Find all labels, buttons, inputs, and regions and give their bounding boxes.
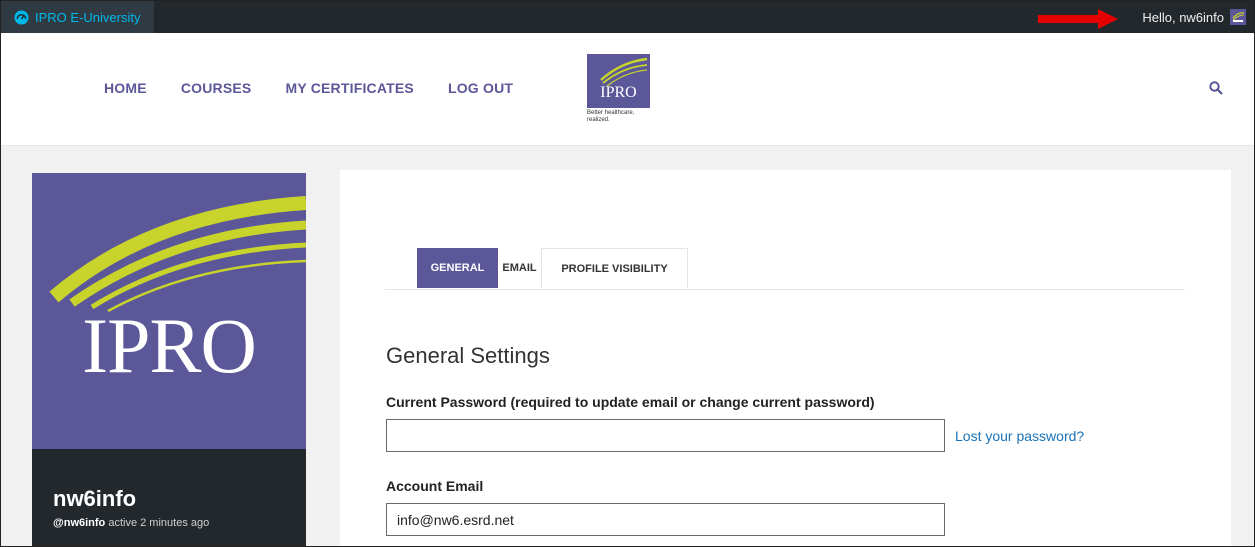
current-password-label: Current Password (required to update ema… (386, 394, 875, 410)
admin-bar: IPRO E-University Hello, nw6info (1, 1, 1254, 33)
account-greeting[interactable]: Hello, nw6info (1142, 1, 1246, 33)
profile-handle: @nw6info (53, 517, 106, 529)
tab-general[interactable]: GENERAL (417, 248, 498, 288)
tab-profile-visibility[interactable]: PROFILE VISIBILITY (541, 248, 688, 288)
logo-text: IPRO (600, 84, 637, 101)
lost-password-link[interactable]: Lost your password? (955, 428, 1084, 444)
profile-activity: active 2 minutes ago (108, 517, 210, 529)
main-nav: HOME COURSES MY CERTIFICATES LOG OUT (104, 80, 547, 96)
nav-log-out[interactable]: LOG OUT (448, 80, 513, 96)
dashboard-icon (14, 9, 29, 25)
nav-courses[interactable]: COURSES (181, 80, 252, 96)
site-header: HOME COURSES MY CERTIFICATES LOG OUT IPR… (1, 33, 1254, 146)
ipro-logo[interactable]: IPRO (587, 54, 650, 108)
search-icon[interactable] (1209, 81, 1223, 95)
profile-avatar-text: IPRO (82, 302, 257, 389)
current-password-input[interactable] (386, 419, 945, 452)
site-name-link[interactable]: IPRO E-University (1, 1, 155, 33)
avatar (1230, 9, 1246, 25)
profile-display-name[interactable]: nw6info (53, 486, 136, 512)
profile-card: IPRO nw6info @nw6info active 2 minutes a… (32, 173, 306, 546)
account-email-label: Account Email (386, 478, 484, 494)
account-email-input[interactable] (386, 503, 945, 536)
profile-avatar: IPRO (32, 173, 306, 449)
tab-email[interactable]: EMAIL (498, 248, 541, 288)
greeting-text: Hello, nw6info (1142, 9, 1224, 25)
nav-my-certificates[interactable]: MY CERTIFICATES (285, 80, 414, 96)
profile-meta: @nw6info active 2 minutes ago (53, 517, 209, 529)
logo-tagline: Better healthcare, realized. (587, 110, 635, 123)
browser-viewport: IPRO E-University Hello, nw6info HOME CO… (0, 0, 1255, 547)
settings-panel: GENERAL EMAIL PROFILE VISIBILITY General… (340, 170, 1231, 546)
site-name-label: IPRO E-University (35, 9, 141, 25)
nav-home[interactable]: HOME (104, 80, 147, 96)
page-title: General Settings (386, 343, 550, 368)
settings-tabs: GENERAL EMAIL PROFILE VISIBILITY (385, 248, 1185, 290)
red-arrow-annotation (1038, 9, 1118, 29)
